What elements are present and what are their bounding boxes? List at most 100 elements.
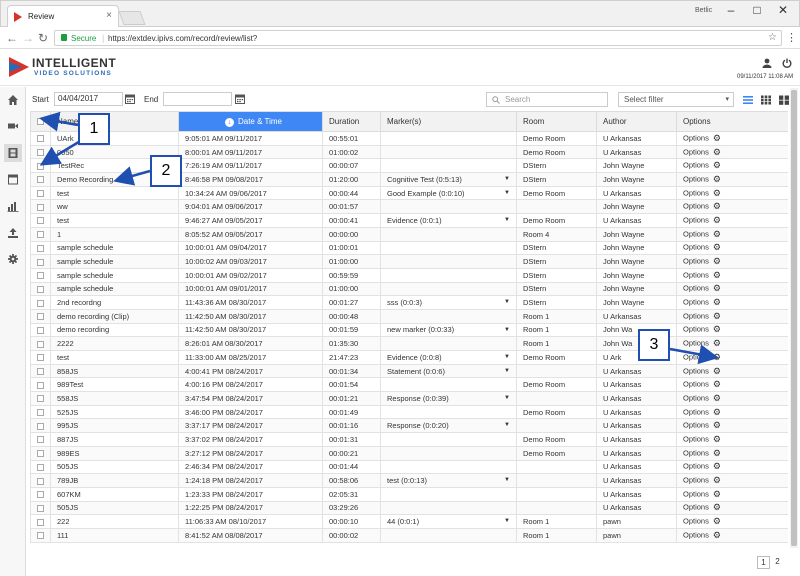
options-label[interactable]: Options [683,298,709,307]
options-gear-icon[interactable]: ⚙ [713,174,721,185]
row-select-cell[interactable] [30,213,51,228]
cell-name[interactable]: 525JS [50,404,179,420]
row-checkbox[interactable] [37,326,44,334]
maximize-icon[interactable]: □ [745,3,769,17]
table-row[interactable]: 222 11:06:33 AM 08/10/2017 00:00:10 44 (0:0… [30,514,788,529]
options-gear-icon[interactable]: ⚙ [713,475,721,486]
row-checkbox[interactable] [37,436,44,444]
cell-name[interactable]: 111 [50,527,179,543]
options-gear-icon[interactable]: ⚙ [713,311,721,322]
row-select-cell[interactable] [30,514,51,529]
row-checkbox[interactable] [37,244,44,252]
row-checkbox[interactable] [37,203,44,211]
options-label[interactable]: Options [683,257,709,266]
row-select-cell[interactable] [30,172,51,187]
cell-options[interactable]: Options ⚙ [676,185,788,201]
row-select-cell[interactable] [30,432,51,447]
row-select-cell[interactable] [30,199,51,215]
cell-options[interactable]: Options ⚙ [676,445,788,461]
options-label[interactable]: Options [683,407,709,416]
table-row[interactable]: 111 8:41:52 AM 08/08/2017 00:00:02 Room 1 pa… [30,527,788,543]
table-row[interactable]: 558JS 3:47:54 PM 08/24/2017 00:01:21 Respon… [30,391,788,406]
cell-name[interactable]: sample schedule [50,267,179,283]
cell-name[interactable]: 505JS [50,500,179,516]
options-label[interactable]: Options [683,393,709,402]
cell-name[interactable]: 558JS [50,391,179,406]
sidebar-settings[interactable] [4,250,22,268]
cell-markers[interactable]: Evidence (0:0:8) ▼ [380,350,517,365]
table-row[interactable]: test 11:33:00 AM 08/25/2017 21:47:23 Eviden… [30,350,788,365]
table-row[interactable]: 607KM 1:23:33 PM 08/24/2017 02:05:31 U Arka… [30,486,788,502]
table-row[interactable]: UArk 9:05:01 AM 09/11/2017 00:55:01 Demo Ro… [30,131,788,146]
sidebar-reports[interactable] [4,197,22,215]
options-label[interactable]: Options [683,448,709,457]
row-checkbox[interactable] [37,340,44,348]
options-gear-icon[interactable]: ⚙ [713,420,721,431]
row-select-cell[interactable] [30,391,51,406]
cell-name[interactable]: test [50,185,179,201]
col-markers-header[interactable]: Marker(s) [380,111,517,132]
row-checkbox[interactable] [37,395,44,403]
cell-options[interactable]: Options ⚙ [676,172,788,187]
table-row[interactable]: 995JS 3:37:17 PM 08/24/2017 00:01:16 Respon… [30,418,788,434]
cell-options[interactable]: Options ⚙ [676,500,788,516]
options-gear-icon[interactable]: ⚙ [713,229,721,240]
options-label[interactable]: Options [683,380,709,389]
cell-name[interactable]: 222 [50,514,179,529]
row-checkbox[interactable] [37,532,44,540]
col-room-header[interactable]: Room [516,111,597,132]
options-label[interactable]: Options [683,270,709,279]
row-select-cell[interactable] [30,158,51,174]
cell-name[interactable]: 789JB [50,473,179,488]
marker-dropdown-icon[interactable]: ▼ [504,368,510,374]
search-input[interactable]: Search [486,92,608,107]
end-date-input[interactable] [163,92,232,106]
options-gear-icon[interactable]: ⚙ [713,502,721,513]
table-row[interactable]: test 10:34:24 AM 09/06/2017 00:00:44 Good E… [30,185,788,201]
marker-dropdown-icon[interactable]: ▼ [504,354,510,360]
marker-dropdown-icon[interactable]: ▼ [504,217,510,223]
options-label[interactable]: Options [683,202,709,211]
options-gear-icon[interactable]: ⚙ [713,160,721,171]
options-label[interactable]: Options [683,325,709,334]
options-gear-icon[interactable]: ⚙ [713,530,721,541]
row-select-cell[interactable] [30,295,51,310]
options-gear-icon[interactable]: ⚙ [713,283,721,294]
options-label[interactable]: Options [683,284,709,293]
options-label[interactable]: Options [683,489,709,498]
options-label[interactable]: Options [683,161,709,170]
row-checkbox[interactable] [37,354,44,362]
options-gear-icon[interactable]: ⚙ [713,188,721,199]
options-gear-icon[interactable]: ⚙ [713,352,721,363]
cell-name[interactable]: sample schedule [50,281,179,297]
cell-name[interactable]: sample schedule [50,254,179,269]
row-checkbox[interactable] [37,409,44,417]
table-row[interactable]: sample schedule 10:00:01 AM 09/01/2017 01:… [30,281,788,297]
row-checkbox[interactable] [37,450,44,458]
options-gear-icon[interactable]: ⚙ [713,324,721,335]
row-checkbox[interactable] [37,518,44,526]
table-row[interactable]: 1 8:05:52 AM 09/05/2017 00:00:00 Room 4 John… [30,226,788,242]
table-row[interactable]: sample schedule 10:00:02 AM 09/03/2017 01:… [30,254,788,269]
table-row[interactable]: 525JS 3:46:00 PM 08/24/2017 00:01:49 Demo R… [30,404,788,420]
row-checkbox[interactable] [37,299,44,307]
cell-options[interactable]: Options ⚙ [676,267,788,283]
options-label[interactable]: Options [683,462,709,471]
options-gear-icon[interactable]: ⚙ [713,393,721,404]
row-select-cell[interactable] [30,185,51,201]
select-filter-dropdown[interactable]: Select filter ▾ [618,92,734,107]
options-gear-icon[interactable]: ⚙ [713,256,721,267]
cell-name[interactable]: demo recording [50,322,179,338]
table-row[interactable]: 887JS 3:37:02 PM 08/24/2017 00:01:31 Demo R… [30,432,788,447]
options-label[interactable]: Options [683,188,709,197]
cell-options[interactable]: Options ⚙ [676,254,788,269]
options-gear-icon[interactable]: ⚙ [713,215,721,226]
row-select-cell[interactable] [30,500,51,516]
row-checkbox[interactable] [37,231,44,239]
table-row[interactable]: 989ES 3:27:12 PM 08/24/2017 00:00:21 Demo R… [30,445,788,461]
list-view-icon[interactable] [743,95,753,105]
options-label[interactable]: Options [683,339,709,348]
row-checkbox[interactable] [37,190,44,198]
row-checkbox[interactable] [37,217,44,225]
close-tab-icon[interactable]: × [106,10,112,21]
